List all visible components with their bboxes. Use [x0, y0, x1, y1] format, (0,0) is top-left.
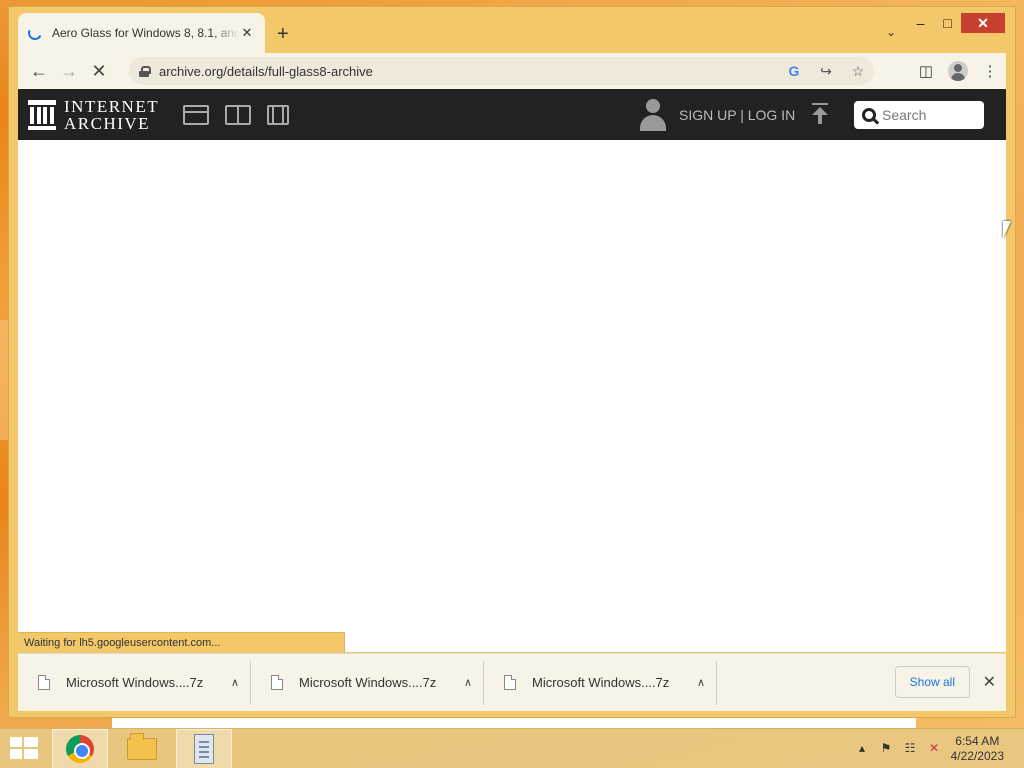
download-filename: Microsoft Windows....7z [66, 675, 204, 690]
file-icon [504, 675, 516, 690]
search-icon [862, 108, 876, 122]
mouse-cursor-icon [1003, 221, 1019, 239]
search-input[interactable] [882, 107, 972, 123]
lock-icon[interactable] [139, 65, 151, 77]
signup-login-link[interactable]: SIGN UP | LOG IN [679, 107, 795, 123]
window-controls: – □ ✕ [907, 13, 1005, 33]
browser-tab[interactable]: Aero Glass for Windows 8, 8.1, and 10 ✕ [18, 13, 265, 53]
chevron-up-icon[interactable]: ∧ [220, 676, 250, 689]
browser-menu-icon[interactable]: ⋮ [974, 57, 1006, 85]
download-filename: Microsoft Windows....7z [532, 675, 670, 690]
taskbar-chrome[interactable] [52, 729, 108, 768]
ia-temple-icon [28, 99, 56, 130]
show-all-downloads-button[interactable]: Show all [894, 666, 970, 698]
profile-avatar-icon [948, 61, 968, 81]
chrome-icon [66, 735, 94, 763]
chevron-up-icon[interactable]: ∧ [453, 676, 483, 689]
folder-icon [127, 733, 157, 760]
taskbar-file-explorer[interactable] [114, 729, 170, 768]
ia-media-menu [183, 104, 305, 125]
tab-close-icon[interactable]: ✕ [239, 25, 255, 41]
download-shelf: Microsoft Windows....7z ∧ Microsoft Wind… [18, 653, 1006, 711]
volume-muted-icon[interactable]: ✕ [922, 741, 946, 755]
close-shelf-icon[interactable]: ✕ [983, 672, 996, 692]
toolbar-right: ◫ ⋮ [910, 57, 1006, 85]
network-icon[interactable]: ☷ [898, 741, 922, 755]
show-hidden-icons-icon[interactable]: ▴ [850, 741, 874, 755]
chevron-up-icon[interactable]: ∧ [686, 676, 716, 689]
loading-spinner-icon [26, 24, 44, 42]
forward-button[interactable]: → [54, 56, 84, 86]
page-viewport: INTERNET ARCHIVE SIGN UP | LOG IN [18, 89, 1006, 652]
address-bar[interactable]: archive.org/details/full-glass8-archive … [129, 57, 874, 85]
ia-logo[interactable]: INTERNET ARCHIVE [28, 98, 159, 132]
new-tab-button[interactable]: + [277, 24, 289, 44]
stop-loading-button[interactable]: ✕ [84, 56, 114, 86]
download-item[interactable]: Microsoft Windows....7z ∧ [251, 660, 484, 705]
action-center-flag-icon[interactable]: ⚑ [874, 741, 898, 755]
clock-time: 6:54 AM [955, 734, 1000, 748]
bookmark-star-icon[interactable]: ☆ [842, 63, 874, 80]
system-tray: ▴ ⚑ ☷ ✕ [850, 741, 946, 755]
taskbar-app[interactable] [176, 729, 232, 768]
status-bubble: Waiting for lh5.googleusercontent.com... [18, 632, 345, 652]
google-lens-icon[interactable]: G [778, 63, 810, 79]
download-item[interactable]: Microsoft Windows....7z ∧ [484, 660, 717, 705]
address-url[interactable]: archive.org/details/full-glass8-archive [159, 64, 778, 79]
file-icon [271, 675, 283, 690]
download-filename: Microsoft Windows....7z [299, 675, 437, 690]
share-icon[interactable]: ↪ [810, 63, 842, 80]
web-archive-icon[interactable] [183, 104, 210, 125]
tab-search-chevron-icon[interactable]: ⌄ [886, 25, 896, 39]
video-film-icon[interactable] [267, 104, 290, 125]
taskbar-clock[interactable]: 6:54 AM 4/22/2023 [951, 734, 1004, 764]
download-item[interactable]: Microsoft Windows....7z ∧ [18, 660, 251, 705]
background-window-edge [112, 718, 916, 728]
close-window-button[interactable]: ✕ [961, 13, 1005, 33]
browser-toolbar: ← → ✕ archive.org/details/full-glass8-ar… [18, 53, 1006, 89]
user-avatar-icon[interactable] [638, 99, 668, 131]
ia-search-box[interactable] [854, 101, 984, 129]
back-button[interactable]: ← [24, 56, 54, 86]
upload-icon[interactable] [810, 103, 830, 125]
profile-button[interactable] [942, 57, 974, 85]
ia-wordmark-line1: INTERNET [64, 96, 160, 116]
ia-wordmark: INTERNET ARCHIVE [64, 98, 159, 132]
minimize-button[interactable]: – [907, 13, 934, 33]
side-panel-icon[interactable]: ◫ [910, 57, 942, 85]
tab-title: Aero Glass for Windows 8, 8.1, and 10 [52, 26, 239, 40]
ia-top-nav: INTERNET ARCHIVE SIGN UP | LOG IN [18, 89, 1006, 140]
file-icon [38, 675, 50, 690]
maximize-button[interactable]: □ [934, 13, 961, 33]
document-app-icon [194, 734, 214, 764]
clock-date: 4/22/2023 [950, 749, 1004, 763]
taskbar: ▴ ⚑ ☷ ✕ 6:54 AM 4/22/2023 [0, 728, 1024, 768]
windows-start-icon[interactable] [10, 737, 38, 761]
ia-wordmark-line2: ARCHIVE [64, 113, 151, 133]
texts-book-icon[interactable] [225, 104, 252, 125]
